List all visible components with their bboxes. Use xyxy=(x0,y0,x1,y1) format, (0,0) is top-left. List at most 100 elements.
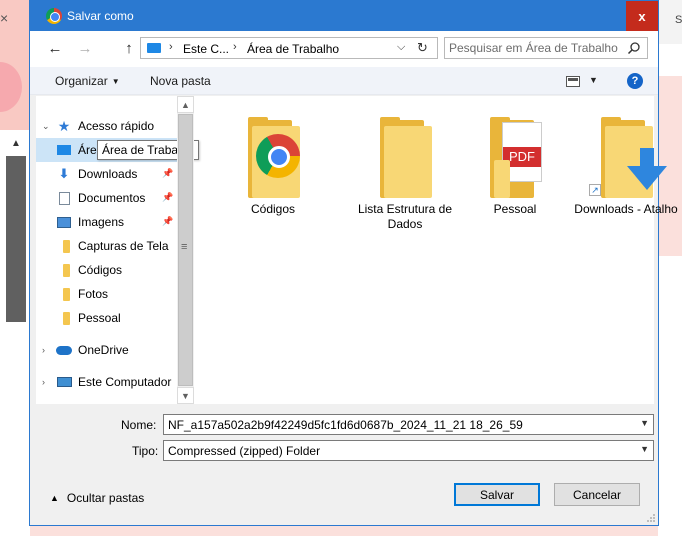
background-bottom xyxy=(30,526,658,536)
background-close-icon: × xyxy=(0,10,9,26)
sidebar-item-codigos[interactable]: Códigos xyxy=(36,258,184,282)
star-icon: ★ xyxy=(57,117,71,134)
desktop-icon xyxy=(56,143,72,157)
chevron-up-icon: ▲ xyxy=(50,493,59,503)
download-icon: ⬇ xyxy=(58,166,70,181)
shortcut-arrow-icon: ↗ xyxy=(589,184,601,196)
breadcrumb-separator-icon[interactable]: › xyxy=(233,41,237,53)
new-folder-button[interactable]: Nova pasta xyxy=(150,74,211,88)
background-right-letter: S xyxy=(675,14,682,26)
sidebar-item-label: Acesso rápido xyxy=(78,119,155,133)
sidebar-item-label: Fotos xyxy=(78,287,109,301)
scrollbar-thumb[interactable] xyxy=(178,114,193,386)
scroll-down-icon[interactable]: ▼ xyxy=(177,387,194,404)
navigation-pane: ⌄ ★ Acesso rápido Área de Trabalho ⬇ Dow… xyxy=(36,96,200,404)
sidebar-item-label: Capturas de Tela xyxy=(78,239,169,253)
sidebar-item-documents[interactable]: Documentos 📌 xyxy=(36,186,184,210)
close-button[interactable]: x xyxy=(626,1,658,31)
file-name-input[interactable] xyxy=(168,417,628,432)
sidebar-item-onedrive[interactable]: › OneDrive xyxy=(36,338,184,362)
sidebar-item-screenshots[interactable]: Capturas de Tela xyxy=(36,234,184,258)
address-bar[interactable]: › Este C... › Área de Trabalho ⌵ ↻ xyxy=(140,37,438,59)
breadcrumb-separator-icon[interactable]: › xyxy=(169,41,173,53)
computer-icon xyxy=(147,43,161,53)
folder-icon xyxy=(56,311,72,325)
breadcrumb-this-pc[interactable]: Este C... xyxy=(183,42,229,56)
window-title: Salvar como xyxy=(67,9,134,23)
file-label: Downloads - Atalho xyxy=(574,202,678,216)
view-options-caret-icon[interactable]: ▼ xyxy=(589,75,598,85)
hide-folders-button[interactable]: ▲ Ocultar pastas xyxy=(50,491,144,505)
organize-caret-icon: ▼ xyxy=(111,77,120,86)
file-label: Lista Estrutura de Dados xyxy=(357,202,453,231)
folder-chrome-icon xyxy=(238,112,308,202)
folder-pdf-icon: PDF xyxy=(480,112,550,202)
background-app-left: ▲ × xyxy=(0,0,30,536)
background-right-top: S xyxy=(658,0,682,44)
chevron-down-icon[interactable]: ▼ xyxy=(640,418,649,428)
address-dropdown-icon[interactable]: ⌵ xyxy=(397,41,405,54)
hide-folders-label: Ocultar pastas xyxy=(66,491,145,505)
back-button[interactable]: ← xyxy=(46,39,64,57)
background-scroll-up-icon: ▲ xyxy=(11,138,21,149)
file-item-pessoal[interactable]: PDF Pessoal xyxy=(462,112,568,217)
sidebar-item-pictures[interactable]: Imagens 📌 xyxy=(36,210,184,234)
file-name-combobox[interactable]: ▼ xyxy=(163,414,654,435)
collapse-chevron-icon[interactable]: ⌄ xyxy=(42,121,56,132)
documents-icon xyxy=(56,191,72,205)
cancel-button[interactable]: Cancelar xyxy=(554,483,640,506)
sidebar-item-label: Este Computador xyxy=(78,375,172,389)
pin-icon: 📌 xyxy=(162,192,174,202)
expand-chevron-icon[interactable]: › xyxy=(42,345,56,355)
organize-menu[interactable]: Organizar ▼ xyxy=(55,74,120,88)
chrome-app-icon xyxy=(46,8,62,24)
name-label: Nome: xyxy=(121,418,157,432)
file-label: Pessoal xyxy=(493,202,537,216)
up-button[interactable]: ↑ xyxy=(120,39,138,57)
file-item-codigos[interactable]: Códigos xyxy=(220,112,326,217)
save-as-dialog: Salvar como x ← → ↑ › Este C... › Área d… xyxy=(29,0,678,526)
pin-icon: 📌 xyxy=(162,216,174,226)
file-item-lista-estrutura[interactable]: Lista Estrutura de Dados xyxy=(352,112,458,232)
folder-download-shortcut-icon: ↗ xyxy=(589,112,667,202)
forward-button[interactable]: → xyxy=(76,39,94,57)
folder-icon xyxy=(56,239,72,253)
expand-chevron-icon[interactable]: › xyxy=(42,377,56,387)
title-bar: Salvar como x xyxy=(30,1,658,31)
sidebar-item-label: Códigos xyxy=(78,263,123,277)
sidebar-item-label: Downloads xyxy=(78,167,138,181)
search-box[interactable] xyxy=(444,37,648,59)
command-bar: Organizar ▼ Nova pasta ▼ ? xyxy=(30,67,658,95)
save-button[interactable]: Salvar xyxy=(454,483,540,506)
search-input[interactable] xyxy=(449,40,619,56)
resize-grip-icon[interactable] xyxy=(646,513,656,523)
file-item-downloads-shortcut[interactable]: ↗ Downloads - Atalho xyxy=(573,112,679,217)
change-view-icon[interactable] xyxy=(566,76,580,87)
search-icon[interactable] xyxy=(627,41,641,55)
sidebar-item-quick-access[interactable]: ⌄ ★ Acesso rápido xyxy=(36,114,184,138)
scroll-up-icon[interactable]: ▲ xyxy=(177,96,194,113)
sidebar-item-downloads[interactable]: ⬇ Downloads 📌 xyxy=(36,162,184,186)
sidebar-item-fotos[interactable]: Fotos xyxy=(36,282,184,306)
sidebar-scrollbar[interactable]: ▲ ▼ xyxy=(177,96,194,404)
folder-icon xyxy=(56,287,72,301)
refresh-icon[interactable]: ↻ xyxy=(417,40,428,56)
organize-label: Organizar xyxy=(55,74,108,88)
content-area: ⌄ ★ Acesso rápido Área de Trabalho ⬇ Dow… xyxy=(36,96,678,404)
background-right-low xyxy=(658,256,682,536)
folder-icon xyxy=(370,112,440,202)
folder-icon xyxy=(56,263,72,277)
background-scrollbar xyxy=(6,156,26,322)
file-type-select[interactable]: Compressed (zipped) Folder ▼ xyxy=(163,440,654,461)
help-icon[interactable]: ? xyxy=(627,73,643,89)
file-list: Códigos Lista Estrutura de Dados PDF Pes… xyxy=(196,96,678,404)
pin-icon: 📌 xyxy=(162,168,174,178)
background-app-right: S xyxy=(658,0,682,536)
chevron-down-icon[interactable]: ▼ xyxy=(640,444,649,454)
sidebar-item-pessoal[interactable]: Pessoal xyxy=(36,306,184,330)
file-label: Códigos xyxy=(250,202,296,216)
breadcrumb-desktop[interactable]: Área de Trabalho xyxy=(247,42,339,56)
sidebar-item-this-pc[interactable]: › Este Computador xyxy=(36,370,184,394)
type-label: Tipo: xyxy=(132,444,159,458)
sidebar-item-label: Documentos xyxy=(78,191,146,205)
